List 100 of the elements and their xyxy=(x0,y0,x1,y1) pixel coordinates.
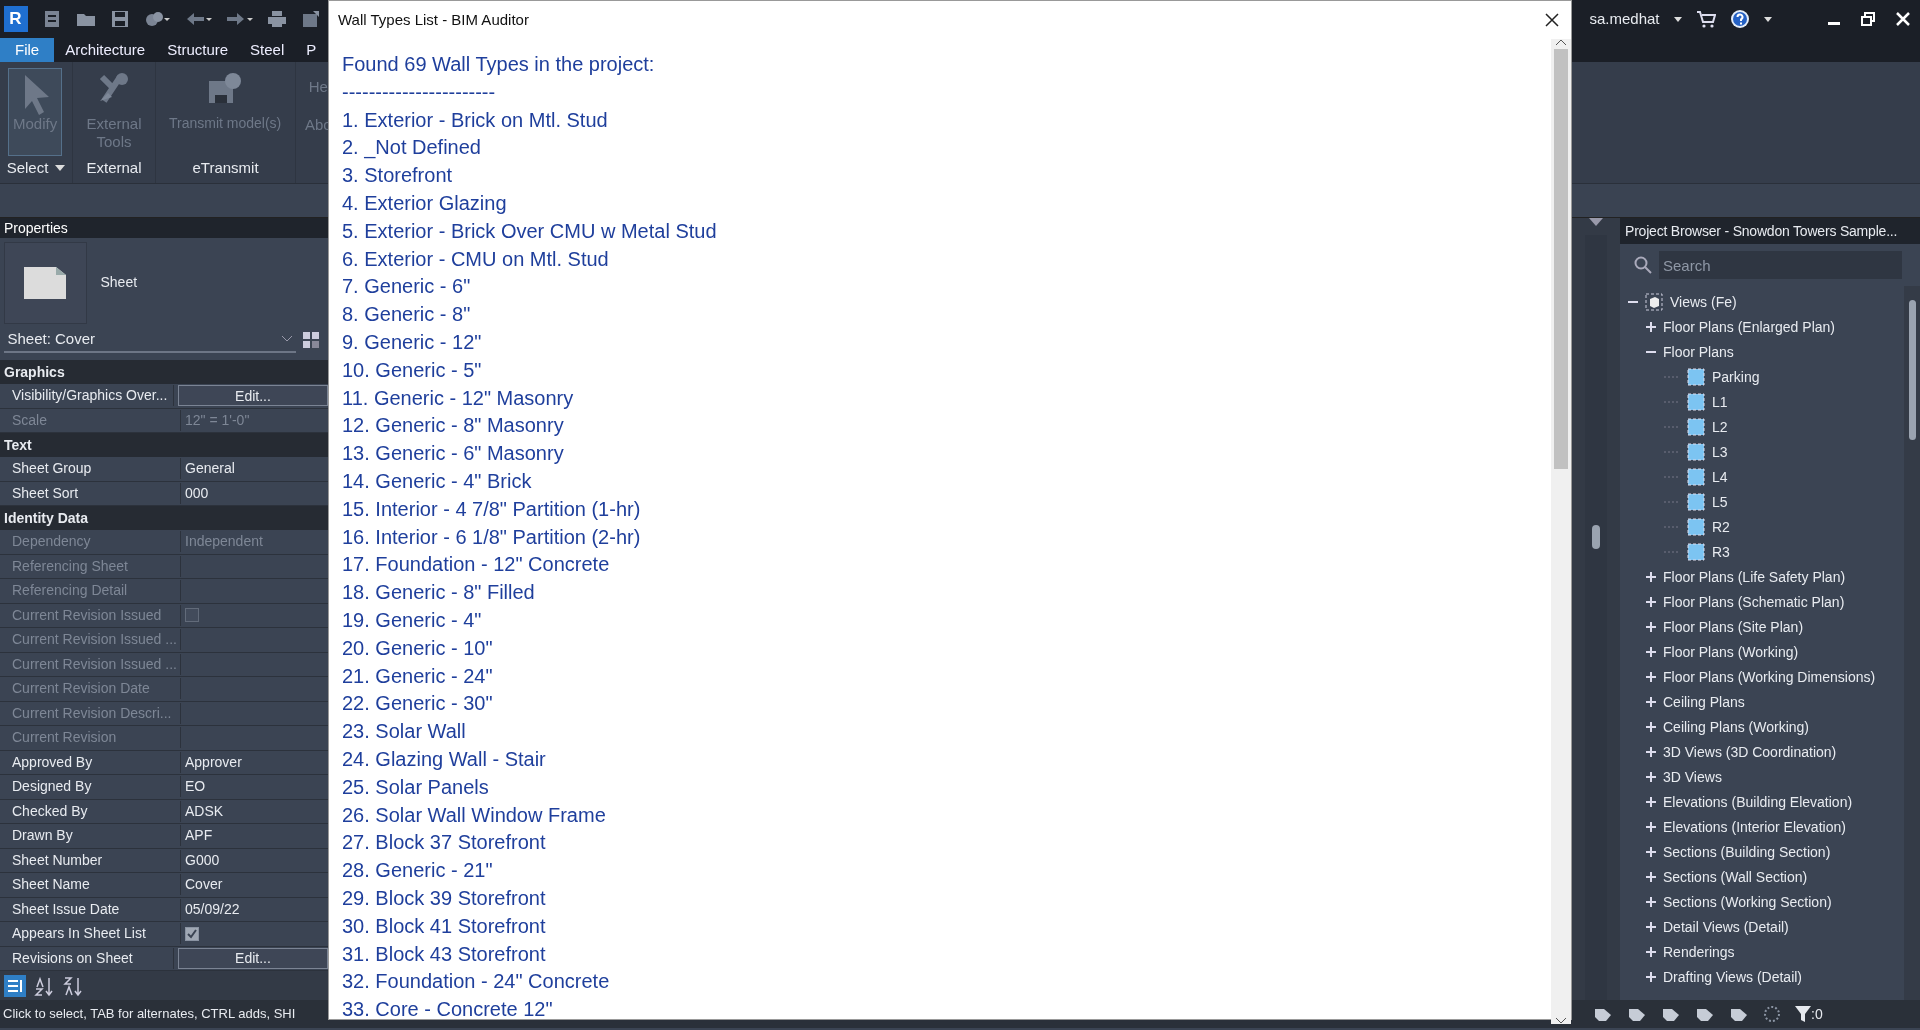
list-item: 10. Generic - 5" xyxy=(342,357,482,383)
list-item: 12. Generic - 8" Masonry xyxy=(342,413,564,439)
tree-item[interactable]: Sections (Wall Section) xyxy=(1663,866,1808,888)
tree-item[interactable]: R2 xyxy=(1712,516,1730,538)
expand-icon[interactable] xyxy=(1646,822,1656,832)
section-header[interactable]: Identity Data xyxy=(0,506,328,530)
expand-icon[interactable] xyxy=(1646,697,1656,707)
list-item: 16. Interior - 6 1/8" Partition (2-hr) xyxy=(342,524,641,550)
scroll-down-icon[interactable] xyxy=(1556,1017,1566,1024)
categorize-icon[interactable] xyxy=(3,974,26,997)
scroll-up-icon[interactable] xyxy=(1556,39,1566,45)
list-item: 18. Generic - 8" Filled xyxy=(342,580,535,606)
section-header[interactable]: Graphics xyxy=(0,360,328,384)
tree-item[interactable]: Floor Plans (Working Dimensions) xyxy=(1663,666,1876,688)
expand-icon[interactable] xyxy=(1646,872,1656,882)
save-icon[interactable] xyxy=(109,9,130,29)
tree-item[interactable]: Sections (Building Section) xyxy=(1663,841,1831,863)
property-value[interactable]: G000 xyxy=(185,849,220,871)
caret-icon[interactable] xyxy=(1673,16,1682,22)
ribbon-tab[interactable]: Steel xyxy=(239,38,296,62)
panel-menu[interactable]: Select xyxy=(6,157,49,180)
tree-item[interactable]: Drafting Views (Detail) xyxy=(1663,966,1802,988)
expand-icon[interactable] xyxy=(1646,797,1656,807)
ribbon-tab[interactable]: File xyxy=(0,38,55,62)
tree-item[interactable]: R3 xyxy=(1712,541,1730,563)
tree-item[interactable]: 3D Views xyxy=(1663,766,1722,788)
checkbox[interactable] xyxy=(185,926,199,941)
expand-icon[interactable] xyxy=(1646,772,1656,782)
expand-icon[interactable] xyxy=(1646,722,1656,732)
expand-icon[interactable] xyxy=(1646,572,1656,582)
tree-item[interactable]: 3D Views (3D Coordination) xyxy=(1663,741,1837,763)
property-value[interactable]: ADSK xyxy=(185,800,224,822)
property-value[interactable]: Cover xyxy=(185,874,223,896)
expand-icon[interactable] xyxy=(1646,847,1656,857)
scrollbar-thumb[interactable] xyxy=(1554,49,1568,469)
expand-icon[interactable] xyxy=(1646,647,1656,657)
expand-icon[interactable] xyxy=(1646,747,1656,757)
tree-item[interactable]: Floor Plans (Enlarged Plan) xyxy=(1663,316,1835,338)
tree-item[interactable]: Floor Plans (Life Safety Plan) xyxy=(1663,566,1846,588)
tree-item[interactable]: Sections (Working Section) xyxy=(1663,891,1832,913)
cart-icon[interactable] xyxy=(1695,10,1716,28)
edit-type-icon[interactable] xyxy=(302,332,319,348)
tree-item[interactable]: Renderings xyxy=(1663,941,1735,963)
tree-item[interactable]: Floor Plans (Site Plan) xyxy=(1663,616,1804,638)
expand-icon[interactable] xyxy=(1646,597,1656,607)
search-field[interactable]: Search xyxy=(1659,251,1902,279)
tree-item[interactable]: L2 xyxy=(1712,416,1728,438)
panel-title: Project Browser - Snowdon Towers Sample... xyxy=(1620,218,1920,244)
tree-item[interactable]: L1 xyxy=(1712,391,1728,413)
type-name: Sheet xyxy=(100,273,138,292)
tree-item[interactable]: Elevations (Building Elevation) xyxy=(1663,791,1853,813)
expand-icon[interactable] xyxy=(1646,897,1656,907)
tree-item[interactable]: Ceiling Plans (Working) xyxy=(1663,716,1809,738)
caret-icon[interactable] xyxy=(55,165,66,172)
tree-item[interactable]: Floor Plans xyxy=(1663,341,1734,363)
tree-item[interactable]: Floor Plans (Schematic Plan) xyxy=(1663,591,1845,613)
ribbon-tab[interactable]: P xyxy=(295,38,317,62)
user-name[interactable]: sa.medhat xyxy=(1589,7,1660,31)
section-header[interactable]: Text xyxy=(0,433,328,457)
property-value[interactable]: 000 xyxy=(185,482,209,504)
tree-item[interactable]: Elevations (Interior Elevation) xyxy=(1663,816,1846,838)
list-item: 22. Generic - 30" xyxy=(342,691,493,717)
caret-icon[interactable] xyxy=(1763,16,1772,22)
edit-button[interactable]: Edit... xyxy=(178,947,328,969)
property-label: Current Revision Issued ... xyxy=(0,653,181,675)
tree-item[interactable]: Ceiling Plans xyxy=(1663,691,1745,713)
scrollbar-thumb[interactable] xyxy=(1908,300,1916,440)
list-item: 9. Generic - 12" xyxy=(342,329,482,355)
expand-icon[interactable] xyxy=(1646,922,1656,932)
property-value[interactable]: General xyxy=(185,458,235,480)
export-icon[interactable] xyxy=(300,9,321,29)
sort-descending-icon[interactable] xyxy=(61,974,84,997)
scrollbar-thumb[interactable] xyxy=(1592,525,1600,549)
expand-icon[interactable] xyxy=(1646,622,1656,632)
print-icon[interactable] xyxy=(266,9,287,29)
edit-button[interactable]: Edit... xyxy=(178,385,328,407)
close-icon[interactable] xyxy=(1545,13,1559,27)
property-value[interactable]: 05/09/22 xyxy=(185,898,240,920)
property-label: Current Revision Descri... xyxy=(0,702,181,724)
property-label: Current Revision Date xyxy=(0,678,181,700)
property-value[interactable]: EO xyxy=(185,776,206,798)
tree-item[interactable]: L5 xyxy=(1712,491,1728,513)
help-icon[interactable] xyxy=(1729,9,1750,29)
tree-item[interactable]: L4 xyxy=(1712,466,1728,488)
expand-icon[interactable] xyxy=(1646,322,1656,332)
ribbon-tab[interactable]: Architecture xyxy=(54,38,157,62)
filter-icon[interactable] xyxy=(1795,1005,1811,1023)
expand-icon[interactable] xyxy=(1646,972,1656,982)
expand-icon[interactable] xyxy=(1646,672,1656,682)
tree-item[interactable]: Detail Views (Detail) xyxy=(1663,916,1789,938)
restore-icon[interactable] xyxy=(1860,12,1875,26)
tree-item[interactable]: L3 xyxy=(1712,441,1728,463)
property-value[interactable]: Approver xyxy=(185,751,242,773)
tree-item[interactable]: Parking xyxy=(1712,366,1760,388)
ribbon-tab[interactable]: Structure xyxy=(156,38,240,62)
property-value[interactable]: APF xyxy=(185,825,213,847)
tree-item[interactable]: Views (Fe) xyxy=(1670,291,1737,313)
expand-icon[interactable] xyxy=(1646,947,1656,957)
tree-item[interactable]: Floor Plans (Working) xyxy=(1663,641,1799,663)
type-selector[interactable]: Sheet: Cover xyxy=(3,327,296,353)
